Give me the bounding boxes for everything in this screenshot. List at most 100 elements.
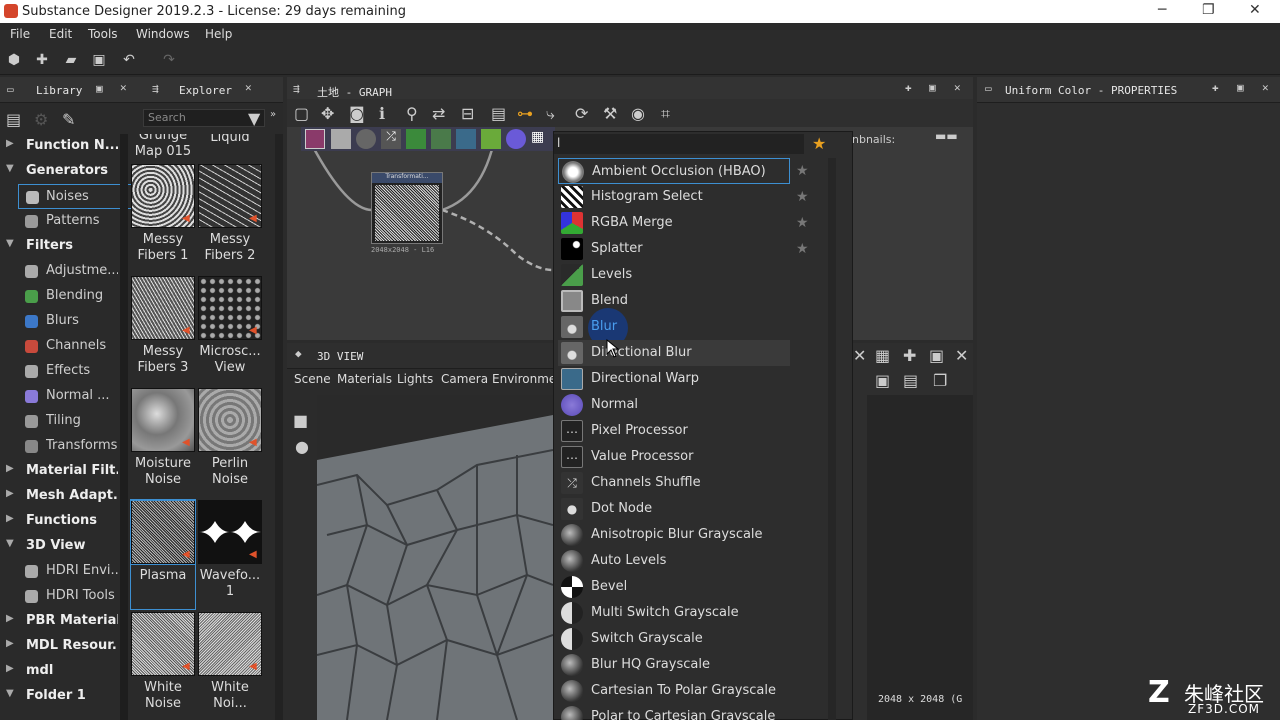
pin-properties-icon[interactable]: ✚ [1212, 81, 1219, 94]
close-properties-icon[interactable]: ✕ [1262, 81, 1269, 94]
favorite-star-icon[interactable]: ★ [796, 190, 810, 204]
bitmap-node-icon[interactable] [305, 129, 325, 149]
float-2d-icon[interactable]: ▣ [929, 346, 944, 365]
node-result-item[interactable]: Histogram Select [558, 184, 790, 210]
favorites-star-icon[interactable]: ★ [812, 134, 826, 153]
save-2d-icon[interactable]: ▤ [903, 371, 918, 390]
node-result-item[interactable]: ⋯ Pixel Processor [558, 418, 790, 444]
chevron-down-icon[interactable]: ▼ [6, 238, 14, 249]
video-camera-icon[interactable]: ■ [293, 411, 308, 430]
menu-tools[interactable]: Tools [88, 27, 118, 41]
chevron-down-icon[interactable]: ▼ [6, 688, 14, 699]
tree-item[interactable]: Blurs [0, 309, 120, 334]
link-icon[interactable]: ⚙ [34, 110, 48, 129]
tree-item[interactable]: Effects [0, 359, 120, 384]
close-library-icon[interactable]: ✕ [120, 81, 127, 94]
copy-icon[interactable]: ❐ [933, 371, 947, 390]
chevron-right-icon[interactable]: ▶ [6, 488, 14, 499]
node-result-item[interactable]: Blend [558, 288, 790, 314]
node-result-item[interactable]: Auto Levels [558, 548, 790, 574]
close-explorer-icon[interactable]: ✕ [245, 81, 252, 94]
tree-section[interactable]: ▼ Folder 1 [0, 684, 120, 709]
pin-2d-icon[interactable]: ✚ [903, 346, 916, 365]
tree-section[interactable]: ▶ Mesh Adapt... [0, 484, 120, 509]
menu-file[interactable]: File [10, 27, 30, 41]
export-icon[interactable]: ▣ [875, 371, 890, 390]
library-thumbnail[interactable]: ◀ [198, 388, 262, 452]
node-result-item[interactable]: RGBA Merge [558, 210, 790, 236]
close-graph-icon[interactable]: ✕ [954, 81, 961, 94]
node-result-item[interactable]: Polar to Cartesian Grayscale [558, 704, 790, 720]
tree-item[interactable]: Channels [0, 334, 120, 359]
toggle-icon[interactable]: ▬▬ [935, 129, 958, 143]
connect-icon[interactable]: ⤷ [546, 104, 555, 124]
node-result-item[interactable]: Normal [558, 392, 790, 418]
tree-item[interactable]: Adjustme... [0, 259, 120, 284]
node-result-item[interactable]: Switch Grayscale [558, 626, 790, 652]
favorite-star-icon[interactable]: ★ [796, 242, 810, 256]
node-result-item[interactable]: Levels [558, 262, 790, 288]
float-properties-icon[interactable]: ▣ [1237, 81, 1244, 94]
open-folder-icon[interactable]: ▰ [62, 51, 80, 69]
tree-section[interactable]: ▼ Generators [0, 159, 120, 184]
expand-icon[interactable]: » [270, 109, 276, 120]
search-input[interactable]: Search [143, 109, 265, 127]
new-graph-icon[interactable]: ✚ [33, 51, 51, 69]
node-result-item[interactable]: ● Dot Node [558, 496, 790, 522]
normal-node-icon[interactable] [506, 129, 526, 149]
grid-node-icon[interactable]: ▦ [531, 129, 551, 149]
3d-viewport[interactable] [317, 395, 553, 720]
crop-icon[interactable]: ⌗ [661, 104, 670, 124]
gradient-node-icon[interactable] [481, 129, 501, 149]
add-filter-icon[interactable]: ▤ [6, 110, 21, 129]
tree-section[interactable]: ▶ mdl [0, 659, 120, 684]
node-result-item[interactable]: Bevel [558, 574, 790, 600]
warp-node-icon[interactable] [456, 129, 476, 149]
2d-canvas[interactable] [867, 395, 973, 720]
tree-item[interactable]: Noises [18, 184, 136, 209]
close-button[interactable]: ✕ [1249, 2, 1261, 18]
menu-scene[interactable]: Scene [294, 372, 331, 386]
tree-item[interactable]: Blending [0, 284, 120, 309]
tree-scrollbar[interactable] [120, 134, 128, 720]
refresh-icon[interactable]: ⟳ [575, 104, 588, 123]
library-thumbnail[interactable]: ◀ [131, 612, 195, 676]
menu-windows[interactable]: Windows [136, 27, 190, 41]
save-icon[interactable]: ▣ [90, 51, 108, 69]
tree-section[interactable]: ▼ 3D View [0, 534, 120, 559]
float-graph-icon[interactable]: ▣ [929, 81, 936, 94]
shuffle-node-icon[interactable]: ⤮ [381, 129, 401, 149]
favorite-star-icon[interactable]: ★ [796, 216, 810, 230]
library-thumbnail[interactable]: ◀ [198, 164, 262, 228]
camera-icon[interactable]: ◙ [349, 104, 365, 123]
float-icon[interactable]: ▣ [96, 82, 103, 95]
graph-settings-icon[interactable]: ◉ [631, 104, 645, 123]
frame-icon[interactable]: ▢ [294, 104, 309, 123]
tree-item[interactable]: Normal ... [0, 384, 120, 409]
tree-section[interactable]: ▶ Material Filt... [0, 459, 120, 484]
tab-library[interactable]: Library [36, 84, 82, 97]
node-result-item[interactable]: Splatter [558, 236, 790, 262]
tree-section[interactable]: ▼ Filters [0, 234, 120, 259]
library-thumbnail[interactable]: ◀ [131, 388, 195, 452]
edit-icon[interactable]: ✎ [62, 110, 75, 129]
maximize-button[interactable]: ❐ [1202, 2, 1215, 18]
library-thumbnail[interactable]: ◀ [198, 276, 262, 340]
node-result-item[interactable]: Ambient Occlusion (HBAO) [558, 158, 790, 184]
menu-camera[interactable]: Camera [441, 372, 488, 386]
close-2d-icon-left[interactable]: ✕ [853, 346, 866, 365]
text-node-icon[interactable] [331, 129, 351, 149]
node-result-item[interactable]: Cartesian To Polar Grayscale [558, 678, 790, 704]
zoom-icon[interactable]: ⚲ [406, 104, 418, 123]
tree-item[interactable]: HDRI Envi... [0, 559, 120, 584]
blur-node-icon[interactable] [356, 129, 376, 149]
light-bulb-icon[interactable]: ● [295, 437, 309, 456]
tree-item[interactable]: HDRI Tools [0, 584, 120, 609]
graph-node[interactable]: Transformati... [371, 172, 443, 244]
layout-icon[interactable]: ⊟ [461, 104, 474, 123]
checker-icon[interactable]: ▦ [875, 346, 890, 365]
blend-node-icon[interactable] [431, 129, 451, 149]
chevron-down-icon[interactable]: ▼ [6, 538, 14, 549]
layers-icon[interactable]: ▤ [491, 104, 506, 123]
chevron-right-icon[interactable]: ▶ [6, 663, 14, 674]
